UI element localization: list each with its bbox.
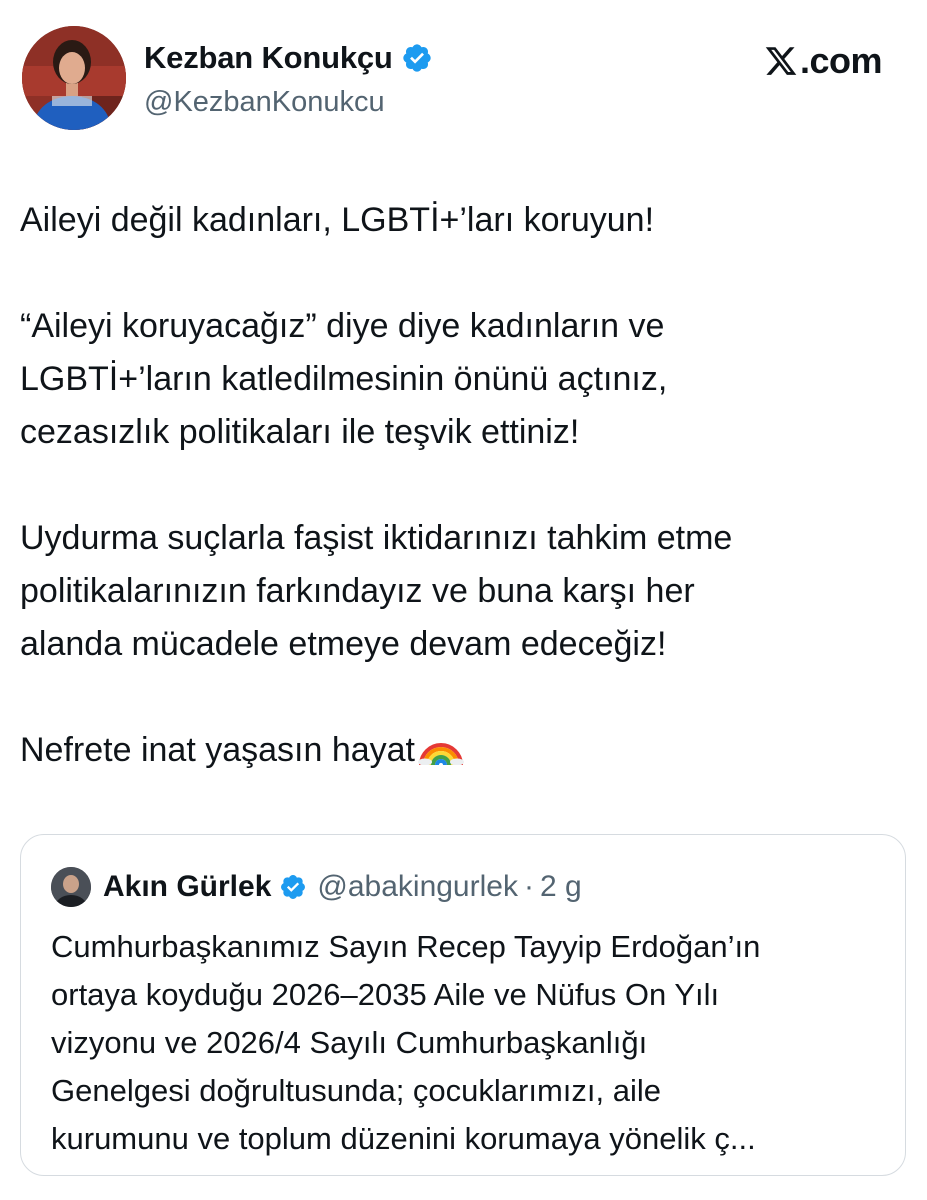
brand-logo[interactable]: .com [764,40,883,82]
quoted-author-handle[interactable]: @abakingurlek [317,870,518,904]
tweet-paragraph: “Aileyi koruyacağız” diye diye kadınları… [20,307,668,451]
tweet-paragraph-last: Nefrete inat yaşasın hayat [20,724,900,777]
quoted-text-line: Genelgesi doğrultusunda; çocuklarımızı, … [51,1073,661,1108]
tweet-paragraph: Uydurma suçlarla faşist iktidarınızı tah… [20,519,733,663]
quoted-text-line: vizyonu ve 2026/4 Sayılı Cumhurbaşkanlığ… [51,1025,648,1060]
verified-badge-icon [279,873,307,901]
separator-dot: · [523,870,534,903]
quoted-text-line: kurumunu ve toplum düzenini korumaya yön… [51,1121,756,1156]
x-logo-icon [764,44,798,78]
tweet-paragraph: Nefrete inat yaşasın hayat [20,731,416,769]
tweet-paragraph: Aileyi değil kadınları, LGBTİ+’ları koru… [20,201,655,239]
quoted-tweet[interactable]: Akın Gürlek @abakingurlek · 2 g Cumhurba… [20,834,906,1176]
tweet-text: Aileyi değil kadınları, LGBTİ+’ları koru… [20,194,900,777]
quoted-text-line: Cumhurbaşkanımız Sayın Recep Tayyip Erdo… [51,929,761,964]
author-name[interactable]: Kezban Konukçu [144,40,393,76]
quoted-text-line: ortaya koyduğu 2026–2035 Aile ve Nüfus O… [51,977,720,1012]
quoted-author-name[interactable]: Akın Gürlek [103,870,271,904]
author-avatar[interactable] [22,26,126,130]
verified-badge-icon [401,42,433,74]
quoted-timestamp[interactable]: 2 g [540,870,582,904]
rainbow-emoji-icon [417,728,465,766]
quoted-author-avatar[interactable] [51,867,91,907]
brand-label: .com [799,40,883,81]
tweet-header: Kezban Konukçu @KezbanKonukcu .com [22,26,902,136]
quoted-tweet-text: Cumhurbaşkanımız Sayın Recep Tayyip Erdo… [51,923,891,1163]
author-handle[interactable]: @KezbanKonukcu [144,86,385,119]
